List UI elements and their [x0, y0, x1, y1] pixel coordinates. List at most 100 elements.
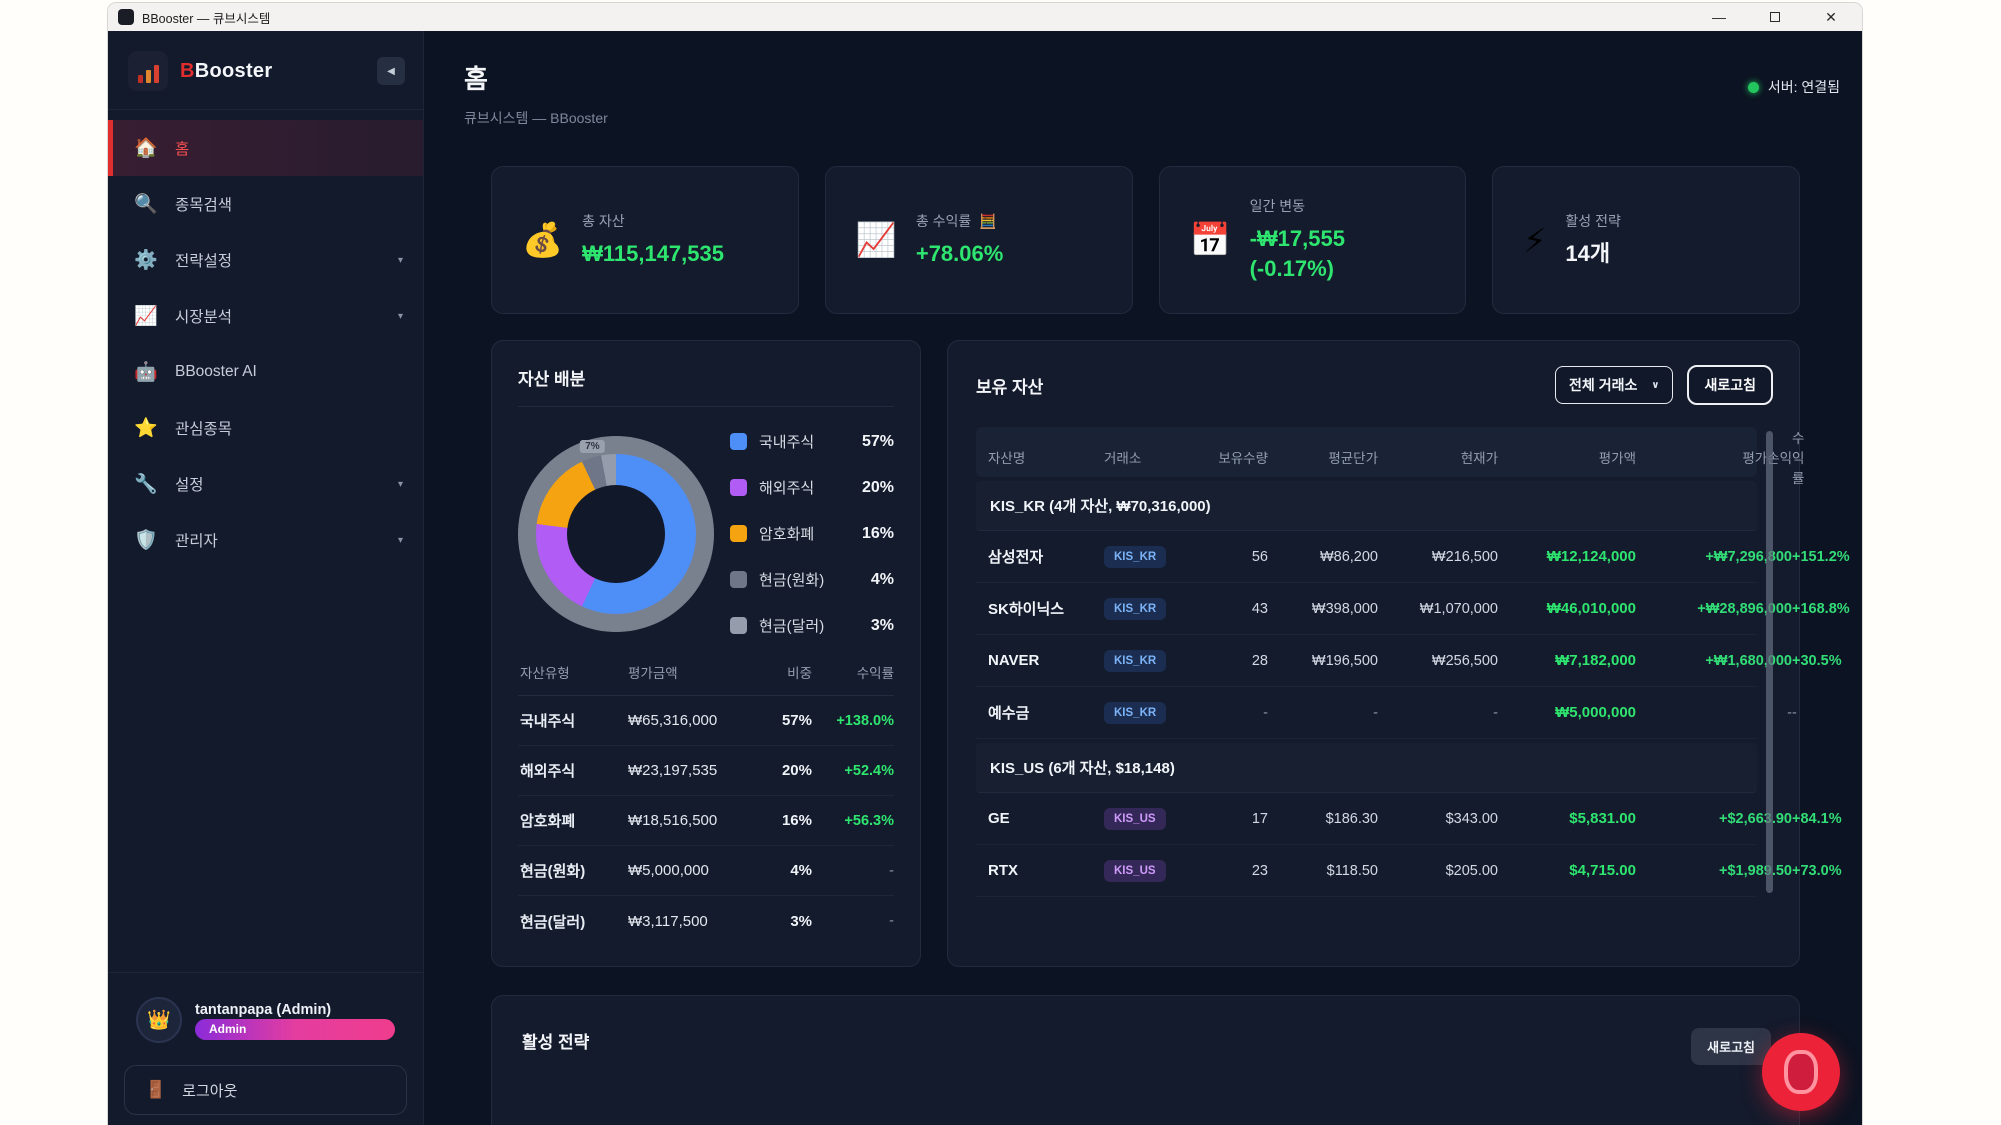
sidebar-item-설정[interactable]: 🔧설정▾: [108, 456, 423, 512]
logout-button[interactable]: 🚪 로그아웃: [124, 1065, 407, 1115]
allocation-row-국내주식: 국내주식₩65,316,00057%+138.0%: [518, 696, 894, 746]
stat-label: 총 자산: [582, 211, 724, 231]
legend-percent: 57%: [862, 433, 894, 451]
asset-return: -: [812, 913, 894, 929]
holdings-row-NAVER[interactable]: NAVERKIS_KR28₩196,500₩256,500₩7,182,000+…: [976, 635, 1757, 687]
sidebar-item-종목검색[interactable]: 🔍종목검색: [108, 176, 423, 232]
valuation: ₩46,010,000: [1498, 600, 1636, 617]
holdings-refresh-button[interactable]: 새로고침: [1687, 365, 1773, 405]
avatar: 👑: [136, 997, 182, 1043]
holdings-row-삼성전자[interactable]: 삼성전자KIS_KR56₩86,200₩216,500₩12,124,000+₩…: [976, 531, 1757, 583]
column-header: 자산유형: [520, 662, 628, 682]
sidebar-item-label: BBooster AI: [175, 363, 257, 381]
wrench-icon: 🔧: [134, 472, 158, 496]
current-price: ₩1,070,000: [1378, 601, 1498, 617]
column-header: 보유수량: [1202, 447, 1268, 467]
sidebar-collapse-button[interactable]: ◀: [377, 57, 405, 85]
sidebar-item-label: 관심종목: [175, 417, 232, 439]
chart-icon: 📈: [134, 304, 158, 328]
sidebar-item-label: 홈: [175, 137, 189, 159]
shield-icon: 🛡️: [134, 528, 158, 552]
legend-item-해외주식: 해외주식20%: [730, 477, 894, 498]
user-name: tantanpapa (Admin): [195, 1002, 331, 1018]
sidebar-item-label: 시장분석: [175, 305, 232, 327]
minimize-button[interactable]: —: [1706, 6, 1732, 28]
sidebar-item-label: 설정: [175, 473, 204, 495]
asset-name: 삼성전자: [988, 546, 1104, 567]
exchange-cell: KIS_KR: [1104, 650, 1202, 672]
close-button[interactable]: ✕: [1818, 6, 1844, 28]
asset-return: +138.0%: [812, 713, 894, 729]
asset-type: 현금(달러): [520, 911, 628, 932]
exchange-cell: KIS_US: [1104, 808, 1202, 830]
sidebar-item-관리자[interactable]: 🛡️관리자▾: [108, 512, 423, 568]
column-header: 평가액: [1498, 447, 1636, 467]
record-icon: [1784, 1050, 1818, 1094]
asset-return: -: [812, 863, 894, 879]
asset-weight: 57%: [750, 712, 812, 729]
asset-weight: 16%: [750, 812, 812, 829]
scrollbar-thumb[interactable]: [1766, 431, 1773, 893]
holdings-row-예수금[interactable]: 예수금KIS_KR---₩5,000,000--: [976, 687, 1757, 739]
column-header: 평균단가: [1268, 447, 1378, 467]
asset-amount: ₩65,316,000: [628, 712, 750, 729]
home-icon: 🏠: [134, 136, 158, 160]
return-rate: +30.5%: [1792, 653, 1842, 669]
column-header: 수익률: [812, 662, 894, 682]
exchange-filter-value: 전체 거래소: [1569, 375, 1637, 395]
legend-item-현금(원화): 현금(원화)4%: [730, 569, 894, 590]
sidebar-item-전략설정[interactable]: ⚙️전략설정▾: [108, 232, 423, 288]
asset-name: 예수금: [988, 702, 1104, 723]
stat-body: 총 자산₩115,147,535: [582, 211, 724, 269]
app-logo-icon: [118, 9, 134, 25]
holdings-row-GE[interactable]: GEKIS_US17$186.30$343.00$5,831.00+$2,663…: [976, 793, 1757, 845]
door-icon: 🚪: [145, 1080, 166, 1100]
avg-price: ₩398,000: [1268, 601, 1378, 617]
exchange-filter-select[interactable]: 전체 거래소 ∨: [1555, 366, 1673, 404]
active-strategies-card: 활성 전략 새로고침: [491, 995, 1800, 1125]
legend-label: 현금(달러): [759, 615, 824, 636]
strategies-title: 활성 전략: [522, 1028, 589, 1053]
page-subtitle: 큐브시스템 — BBooster: [464, 108, 1822, 128]
avg-price: $186.30: [1268, 811, 1378, 827]
maximize-icon: [1770, 12, 1780, 22]
column-header: 평가금액: [628, 662, 750, 682]
exchange-badge: KIS_US: [1104, 808, 1166, 830]
stats-row: 💰총 자산₩115,147,535📈총 수익률🧮+78.06%📅일간 변동-₩1…: [491, 166, 1800, 314]
sidebar-item-BBooster AI[interactable]: 🤖BBooster AI: [108, 344, 423, 400]
sidebar-item-관심종목[interactable]: ⭐관심종목: [108, 400, 423, 456]
holdings-row-RTX[interactable]: RTXKIS_US23$118.50$205.00$4,715.00+$1,98…: [976, 845, 1757, 897]
asset-weight: 20%: [750, 762, 812, 779]
table-scrollbar[interactable]: [1766, 431, 1773, 893]
divider: [518, 406, 894, 407]
strategies-refresh-button[interactable]: 새로고침: [1691, 1028, 1771, 1065]
column-header: 자산명: [988, 447, 1104, 467]
calendar-icon: 📅: [1190, 221, 1231, 260]
return-rate: -: [1792, 705, 1797, 721]
record-fab-button[interactable]: [1762, 1033, 1840, 1111]
stat-value-secondary: (-0.17%): [1250, 254, 1345, 284]
stat-label: 일간 변동: [1250, 196, 1345, 216]
exchange-cell: KIS_US: [1104, 860, 1202, 882]
stat-card-총 자산: 💰총 자산₩115,147,535: [491, 166, 799, 314]
legend-percent: 3%: [871, 617, 894, 635]
legend-item-현금(달러): 현금(달러) 3%: [730, 615, 894, 636]
user-panel: 👑 tantanpapa (Admin) Admin: [124, 987, 407, 1053]
server-status-label: 서버: 연결됨: [1768, 77, 1840, 97]
stat-body: 활성 전략14개: [1565, 211, 1620, 269]
sidebar: BBooster ◀ 🏠홈🔍종목검색⚙️전략설정▾📈시장분석▾🤖BBooster…: [108, 31, 424, 1125]
holdings-table: 자산명거래소보유수량평균단가현재가평가액평가손익수익률KIS_KR (4개 자산…: [976, 427, 1757, 897]
gear-icon: ⚙️: [134, 248, 158, 272]
legend-label: 해외주식: [759, 477, 814, 498]
holdings-row-SK하이닉스[interactable]: SK하이닉스KIS_KR43₩398,000₩1,070,000₩46,010,…: [976, 583, 1757, 635]
legend-label: 암호화폐: [759, 523, 814, 544]
legend-swatch: [730, 525, 747, 542]
asset-allocation-card: 자산 배분 7% 국내주식57%해외주식20%암호화폐16%현금(원화)4%현금…: [491, 340, 921, 967]
valuation: $5,831.00: [1498, 810, 1636, 827]
chevron-down-icon: ▾: [398, 535, 403, 546]
exchange-badge: KIS_KR: [1104, 702, 1166, 724]
sidebar-item-홈[interactable]: 🏠홈: [108, 120, 423, 176]
donut-legend: 국내주식57%해외주식20%암호화폐16%현금(원화)4%현금(달러)3%: [722, 431, 894, 636]
sidebar-item-시장분석[interactable]: 📈시장분석▾: [108, 288, 423, 344]
maximize-button[interactable]: [1762, 6, 1788, 28]
